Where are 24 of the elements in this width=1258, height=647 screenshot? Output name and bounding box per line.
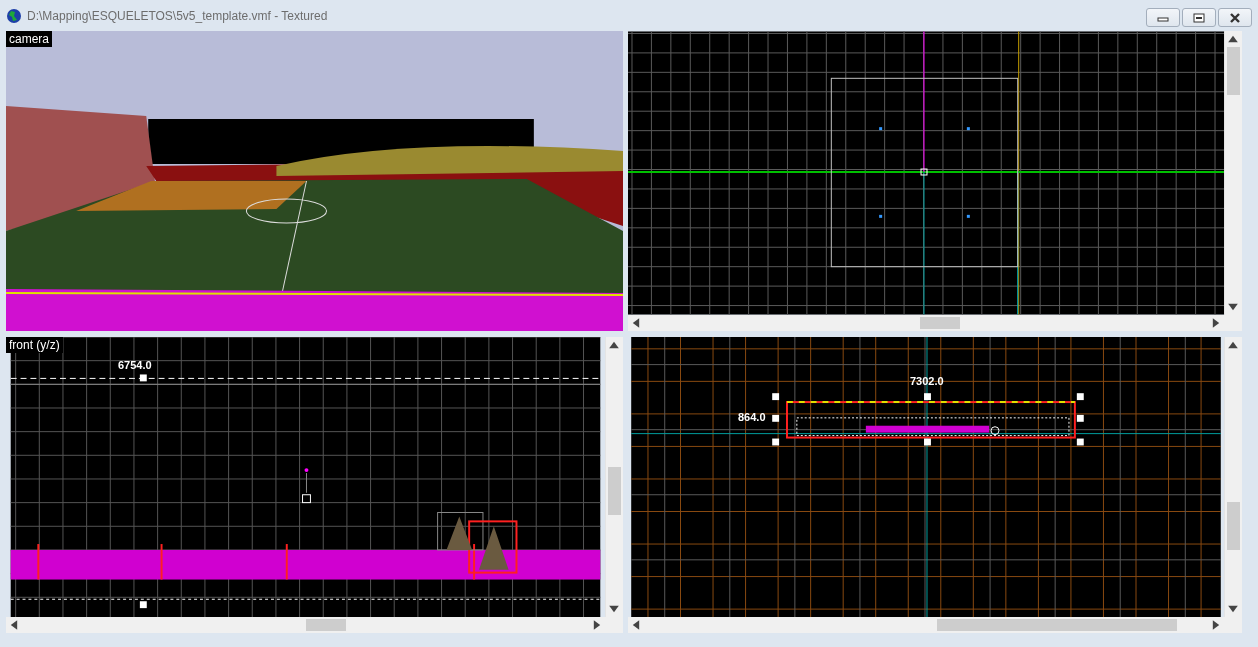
scroll-thumb[interactable] xyxy=(1227,501,1240,550)
close-icon xyxy=(1228,12,1242,23)
globe-icon xyxy=(6,7,22,24)
scroll-thumb[interactable] xyxy=(305,619,346,631)
vertical-scrollbar[interactable] xyxy=(605,337,623,617)
restore-button[interactable] xyxy=(1182,8,1216,27)
dimension-label: 7302.0 xyxy=(910,375,944,387)
scroll-thumb[interactable] xyxy=(1227,47,1240,95)
scroll-thumb[interactable] xyxy=(920,317,961,329)
window-title: D:\Mapping\ESQUELETOS\5v5_template.vmf - Textured xyxy=(27,8,329,23)
vertical-scrollbar[interactable] xyxy=(1224,337,1242,617)
minimize-button[interactable] xyxy=(1146,8,1180,27)
scroll-thumb[interactable] xyxy=(608,467,621,516)
viewport-label: camera xyxy=(6,31,52,47)
restore-icon xyxy=(1192,12,1206,23)
viewport-label: front (y/z) xyxy=(6,337,63,353)
horizontal-scrollbar[interactable] xyxy=(628,315,1224,331)
close-button[interactable] xyxy=(1218,8,1252,27)
horizontal-scrollbar[interactable] xyxy=(628,617,1224,633)
scroll-thumb[interactable] xyxy=(937,619,1178,631)
horizontal-scrollbar[interactable] xyxy=(6,617,605,633)
dimension-label: 864.0 xyxy=(738,411,766,423)
dimension-label: 6754.0 xyxy=(118,359,152,371)
vertical-scrollbar[interactable] xyxy=(1224,31,1242,315)
